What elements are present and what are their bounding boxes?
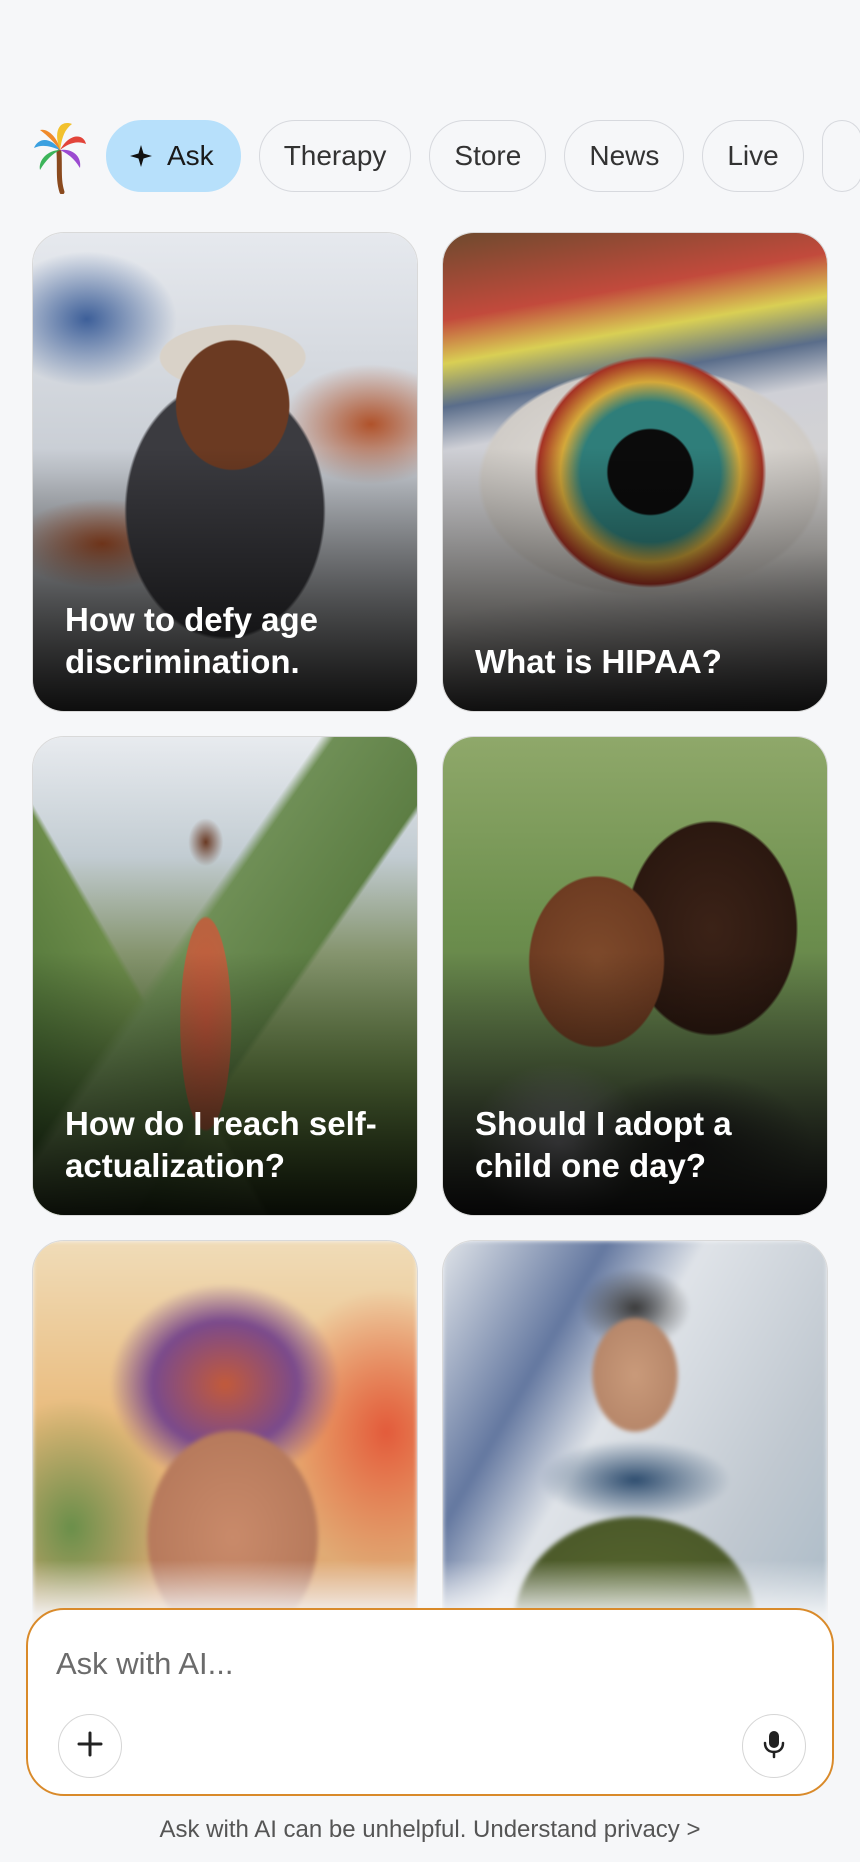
card-caption: Should I adopt a child one day? [475, 1105, 732, 1184]
tab-news-label: News [589, 140, 660, 171]
tab-more-partial[interactable] [821, 120, 860, 192]
ask-composer [26, 1608, 834, 1796]
tab-therapy-label: Therapy [283, 140, 387, 171]
card-caption: How do I reach self-actualization? [65, 1105, 377, 1184]
tab-news[interactable]: News [564, 120, 685, 192]
microphone-icon [761, 1729, 787, 1764]
tab-store-label: Store [454, 140, 522, 171]
tab-ask[interactable]: Ask [106, 120, 241, 192]
tab-therapy[interactable]: Therapy [258, 120, 412, 192]
add-attachment-button[interactable] [58, 1714, 122, 1778]
privacy-disclaimer-link[interactable]: Ask with AI can be unhelpful. Understand… [0, 1816, 860, 1844]
plus-icon [76, 1730, 104, 1763]
card-caption: What is HIPAA? [475, 643, 722, 680]
card-caption: How to defy age discrimination. [65, 601, 319, 680]
tab-live[interactable]: Live [702, 120, 804, 192]
tab-ask-label: Ask [167, 140, 214, 171]
sparkle-icon [129, 144, 153, 168]
topic-card[interactable]: What is HIPAA? [442, 232, 828, 712]
voice-input-button[interactable] [742, 1714, 806, 1778]
palm-tree-logo-icon[interactable] [32, 120, 88, 194]
app-screen: Ask Therapy Store News Live How to defy … [0, 0, 860, 1862]
tab-store[interactable]: Store [429, 120, 547, 192]
topic-card[interactable]: Should I adopt a child one day? [442, 736, 828, 1216]
topic-card[interactable]: How to defy age discrimination. [32, 232, 418, 712]
topic-card[interactable]: How do I reach self-actualization? [32, 736, 418, 1216]
ask-input[interactable] [56, 1634, 756, 1694]
top-nav: Ask Therapy Store News Live [32, 120, 860, 194]
tab-live-label: Live [727, 140, 779, 171]
